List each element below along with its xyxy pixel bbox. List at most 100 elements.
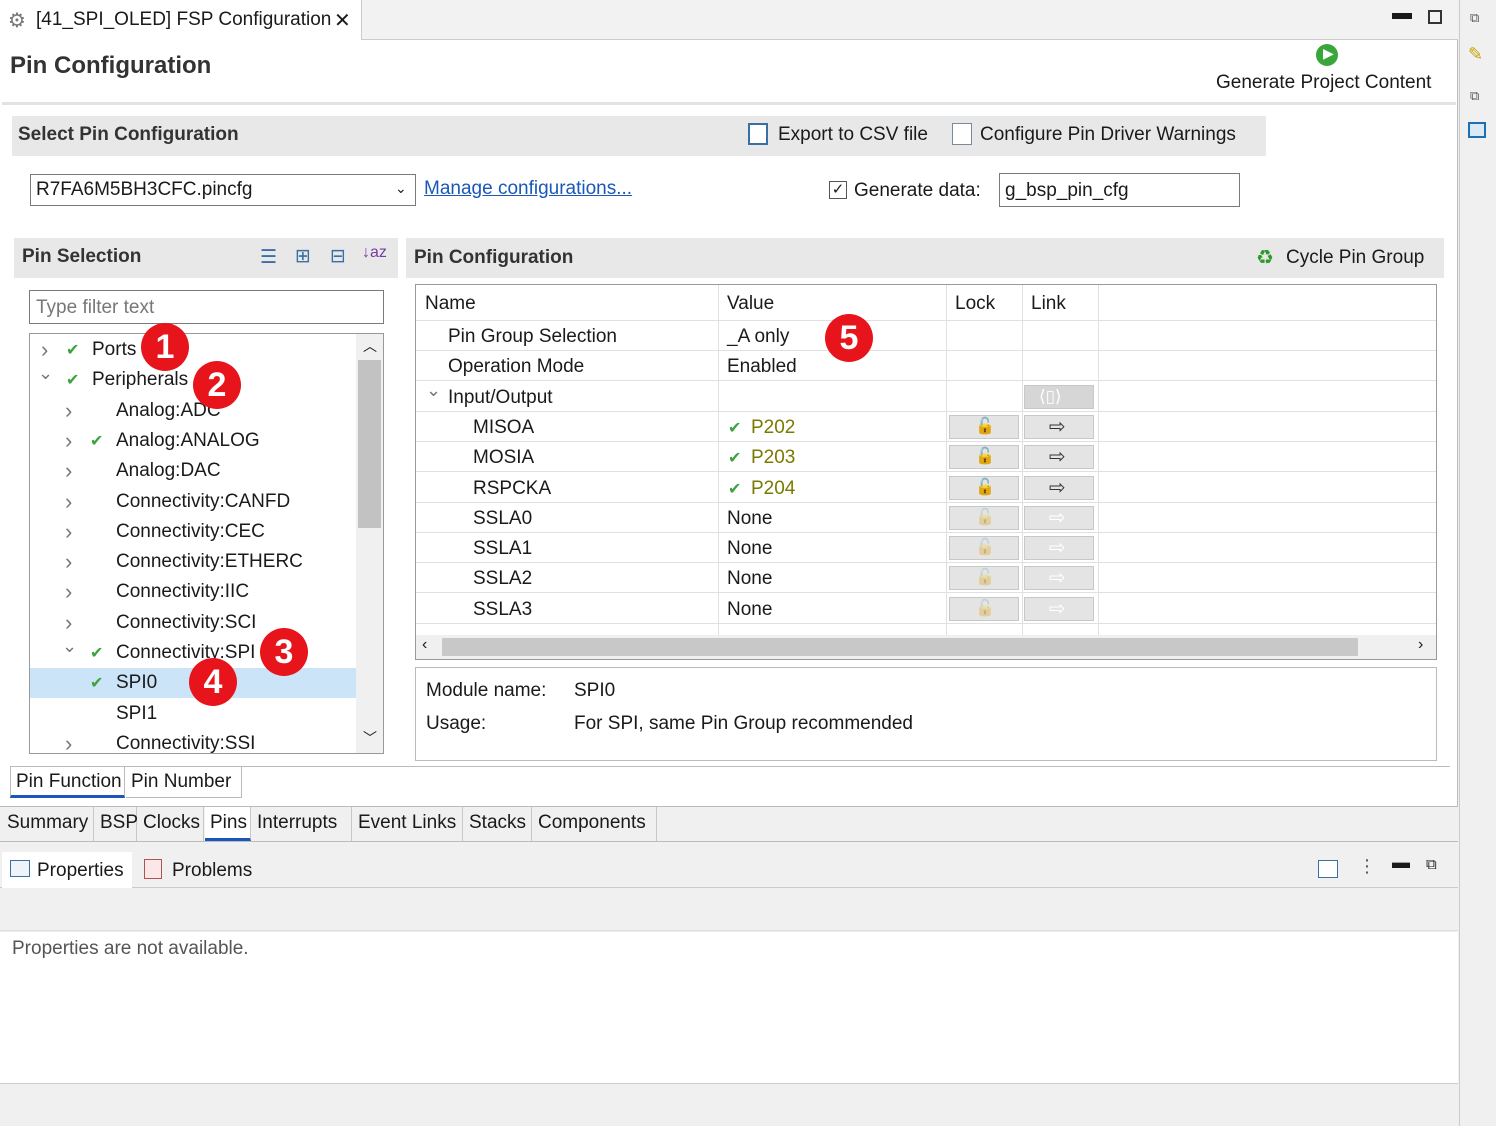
scroll-up-icon[interactable]: ︿ bbox=[363, 336, 377, 356]
tree-item[interactable]: SPI1 bbox=[30, 699, 356, 729]
chevron-down-icon[interactable]: ⌄ bbox=[426, 380, 441, 401]
row-value[interactable]: None bbox=[727, 538, 772, 560]
maximize-icon[interactable] bbox=[1428, 10, 1442, 24]
lock-button[interactable]: 🔓 bbox=[949, 596, 1019, 621]
row-value[interactable]: P202 bbox=[751, 417, 795, 439]
lock-button[interactable]: 🔓 bbox=[949, 445, 1019, 470]
table-row[interactable]: SSLA3 None 🔓 ⇨ bbox=[416, 594, 1436, 624]
list-view-icon[interactable]: ☰ bbox=[260, 246, 277, 269]
editor-page-tab[interactable]: Clocks bbox=[138, 807, 204, 841]
table-row[interactable]: Pin Group Selection _A only bbox=[416, 321, 1436, 351]
tree-item[interactable]: › Connectivity:CEC bbox=[30, 517, 356, 547]
h-scroll-thumb[interactable] bbox=[442, 638, 1358, 656]
chevron-right-icon[interactable]: › bbox=[65, 610, 72, 636]
scroll-down-icon[interactable]: ﹀ bbox=[363, 728, 377, 748]
tab-pin-function[interactable]: Pin Function bbox=[10, 766, 125, 798]
close-icon[interactable]: ✕ bbox=[334, 8, 351, 33]
table-row[interactable]: RSPCKA ✔ P204 🔓 ⇨ bbox=[416, 473, 1436, 503]
tree-item[interactable]: › Connectivity:SCI bbox=[30, 608, 356, 638]
cycle-pin-group-button[interactable]: Cycle Pin Group bbox=[1286, 247, 1424, 269]
minimize-icon[interactable]: ▬ bbox=[1392, 2, 1412, 25]
column-header[interactable]: Link bbox=[1031, 293, 1066, 315]
scroll-left-icon[interactable]: ‹ bbox=[422, 636, 427, 654]
restore-icon[interactable]: ⧉ bbox=[1470, 10, 1479, 26]
table-row[interactable]: SSLA0 None 🔓 ⇨ bbox=[416, 503, 1436, 533]
editor-tab[interactable]: ⚙ [41_SPI_OLED] FSP Configuration ✕ bbox=[0, 0, 362, 40]
scroll-right-icon[interactable]: › bbox=[1418, 636, 1423, 654]
tree-scrollbar[interactable]: ︿ ﹀ bbox=[356, 334, 383, 753]
filter-input[interactable]: Type filter text bbox=[29, 290, 384, 324]
restore-icon-2[interactable]: ⧉ bbox=[1470, 88, 1479, 104]
chevron-right-icon[interactable]: › bbox=[65, 428, 72, 454]
table-row[interactable]: SSLA1 None 🔓 ⇨ bbox=[416, 533, 1436, 564]
link-button[interactable]: ⇨ bbox=[1024, 414, 1094, 439]
link-button[interactable]: ⇨ bbox=[1024, 505, 1094, 530]
chevron-right-icon[interactable]: › bbox=[41, 337, 48, 363]
row-value[interactable]: None bbox=[727, 568, 772, 590]
column-header[interactable]: Value bbox=[727, 293, 774, 315]
tab-properties[interactable]: Properties bbox=[2, 852, 132, 888]
editor-page-tab[interactable]: Stacks bbox=[464, 807, 532, 841]
lock-button[interactable]: 🔓 bbox=[949, 505, 1019, 530]
link-button[interactable]: ⇨ bbox=[1024, 566, 1094, 591]
tab-problems[interactable]: Problems bbox=[138, 852, 268, 888]
link-button[interactable]: ⇨ bbox=[1024, 445, 1094, 470]
view-menu-icon[interactable]: ⋮ bbox=[1358, 856, 1376, 877]
editor-page-tab[interactable]: Components bbox=[533, 807, 657, 841]
expand-all-icon[interactable]: ⊞ bbox=[295, 245, 311, 268]
tab-pin-number[interactable]: Pin Number bbox=[126, 766, 242, 798]
tree-item[interactable]: › Connectivity:ETHERC bbox=[30, 547, 356, 577]
row-value[interactable]: P203 bbox=[751, 447, 795, 469]
table-row[interactable]: SSLA2 None 🔓 ⇨ bbox=[416, 563, 1436, 594]
tree-item[interactable]: › Connectivity:CANFD bbox=[30, 487, 356, 517]
chevron-down-icon[interactable]: ⌄ bbox=[62, 636, 77, 657]
lock-button[interactable]: 🔓 bbox=[949, 475, 1019, 500]
row-value[interactable]: Enabled bbox=[727, 356, 797, 378]
row-value[interactable]: _A only bbox=[727, 326, 789, 348]
sort-az-icon[interactable]: ↓az bbox=[362, 244, 387, 262]
editor-page-tab[interactable]: BSP bbox=[95, 807, 138, 841]
editor-page-tab[interactable]: Event Links bbox=[353, 807, 463, 841]
configure-warnings-button[interactable]: Configure Pin Driver Warnings bbox=[950, 120, 1260, 152]
view-maximize-icon[interactable]: ⧉ bbox=[1426, 856, 1437, 873]
lock-button[interactable]: 🔓 bbox=[949, 536, 1019, 561]
scroll-thumb[interactable] bbox=[358, 360, 381, 528]
tree-item[interactable]: › Connectivity:IIC bbox=[30, 577, 356, 607]
h-scrollbar[interactable]: ‹ › bbox=[416, 635, 1436, 659]
chevron-right-icon[interactable]: › bbox=[65, 398, 72, 424]
chevron-down-icon[interactable]: ⌄ bbox=[38, 363, 53, 384]
export-csv-button[interactable]: Export to CSV file bbox=[746, 120, 938, 152]
column-header[interactable]: Name bbox=[425, 293, 476, 315]
table-row[interactable]: MISOA ✔ P202 🔓 ⇨ bbox=[416, 412, 1436, 442]
table-row[interactable]: ⌄ Input/Output ⟨▯⟩ bbox=[416, 380, 1436, 412]
lock-button[interactable]: 🔓 bbox=[949, 414, 1019, 439]
chevron-right-icon[interactable]: › bbox=[65, 489, 72, 515]
tree-item[interactable]: › Analog:ADC bbox=[30, 396, 356, 426]
chevron-right-icon[interactable]: › bbox=[65, 731, 72, 753]
link-button[interactable]: ⇨ bbox=[1024, 536, 1094, 561]
console-icon[interactable] bbox=[1468, 122, 1486, 138]
row-value[interactable]: None bbox=[727, 599, 772, 621]
chevron-right-icon[interactable]: › bbox=[65, 579, 72, 605]
group-link-button[interactable]: ⟨▯⟩ bbox=[1024, 384, 1094, 409]
editor-page-tab[interactable]: Interrupts bbox=[252, 807, 352, 841]
tree-item[interactable]: › ✔ Analog:ANALOG bbox=[30, 426, 356, 456]
generate-data-checkbox[interactable]: ✓ bbox=[829, 181, 847, 199]
generate-data-input[interactable]: g_bsp_pin_cfg bbox=[999, 173, 1240, 207]
tree-item[interactable]: › Connectivity:SSI bbox=[30, 729, 356, 753]
row-value[interactable]: P204 bbox=[751, 478, 795, 500]
manage-configurations-link[interactable]: Manage configurations... bbox=[424, 178, 632, 200]
config-file-select[interactable]: R7FA6M5BH3CFC.pincfg ⌄ bbox=[30, 174, 416, 206]
tree-item[interactable]: › Analog:DAC bbox=[30, 456, 356, 486]
link-button[interactable]: ⇨ bbox=[1024, 596, 1094, 621]
pin-view-icon[interactable] bbox=[1318, 860, 1338, 878]
row-value[interactable]: None bbox=[727, 508, 772, 530]
edit-pencil-icon[interactable]: ✎ bbox=[1468, 44, 1483, 65]
link-button[interactable]: ⇨ bbox=[1024, 475, 1094, 500]
tree-item[interactable]: › ✔ Ports bbox=[30, 335, 356, 365]
chevron-right-icon[interactable]: › bbox=[65, 519, 72, 545]
chevron-right-icon[interactable]: › bbox=[65, 458, 72, 484]
table-row[interactable]: Operation Mode Enabled bbox=[416, 351, 1436, 382]
generate-project-button[interactable]: ▶ Generate Project Content bbox=[1210, 42, 1442, 98]
editor-page-tab[interactable]: Pins bbox=[205, 807, 251, 841]
